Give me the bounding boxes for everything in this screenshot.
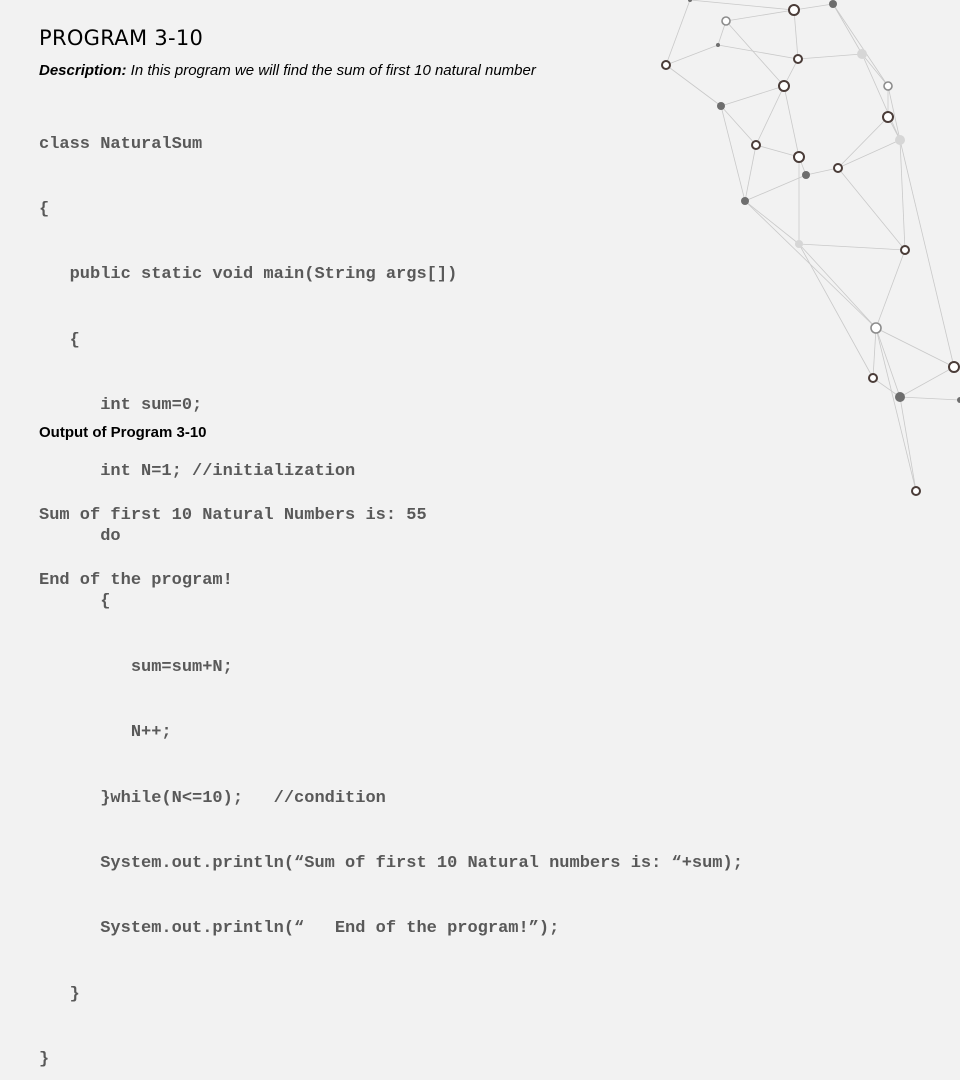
description-label: Description: bbox=[39, 62, 127, 79]
network-line bbox=[744, 144, 757, 202]
output-line: Sum of first 10 Natural Numbers is: 55 bbox=[39, 505, 427, 525]
network-line bbox=[665, 0, 691, 66]
slide-title: PROGRAM 3-10 bbox=[39, 26, 204, 50]
network-line bbox=[837, 116, 889, 169]
network-node bbox=[868, 373, 878, 383]
network-line bbox=[798, 243, 874, 379]
network-line bbox=[837, 139, 901, 169]
network-line bbox=[744, 200, 800, 245]
network-line bbox=[793, 9, 799, 60]
network-line bbox=[875, 249, 906, 329]
code-line: System.out.println(“ End of the program!… bbox=[39, 919, 560, 939]
network-line bbox=[783, 85, 800, 158]
network-line bbox=[725, 20, 785, 87]
network-line bbox=[797, 53, 863, 60]
network-line bbox=[798, 243, 877, 329]
code-line: public static void main(String args[]) bbox=[39, 265, 458, 285]
network-node bbox=[882, 111, 894, 123]
network-line bbox=[832, 3, 889, 87]
network-node bbox=[721, 16, 731, 26]
code-line: int sum=0; bbox=[39, 396, 203, 416]
network-line bbox=[837, 167, 906, 251]
network-node bbox=[857, 49, 867, 59]
code-line: }while(N<=10); //condition bbox=[39, 788, 386, 808]
network-line bbox=[899, 396, 960, 401]
network-line bbox=[798, 243, 906, 251]
code-line: System.out.println(“Sum of first 10 Natu… bbox=[39, 853, 743, 873]
network-line bbox=[872, 327, 877, 379]
network-node bbox=[778, 80, 790, 92]
network-node bbox=[948, 361, 960, 373]
network-node bbox=[751, 140, 761, 150]
code-line: { bbox=[39, 199, 50, 219]
network-line bbox=[755, 85, 785, 146]
network-node bbox=[895, 392, 905, 402]
program-output: Sum of first 10 Natural Numbers is: 55 E… bbox=[39, 461, 427, 614]
code-line: N++; bbox=[39, 723, 172, 743]
description: Description: In this program we will fin… bbox=[39, 62, 536, 79]
network-node bbox=[716, 43, 720, 47]
code-line: { bbox=[39, 330, 80, 350]
network-node bbox=[802, 171, 810, 179]
network-node bbox=[793, 151, 805, 163]
network-line bbox=[832, 3, 863, 55]
network-line bbox=[899, 366, 955, 398]
network-node bbox=[788, 4, 800, 16]
network-node bbox=[829, 0, 837, 8]
network-node bbox=[895, 135, 905, 145]
output-line: End of the program! bbox=[39, 570, 233, 590]
network-line bbox=[861, 53, 889, 87]
output-heading: Output of Program 3-10 bbox=[39, 424, 207, 441]
code-line: } bbox=[39, 984, 80, 1004]
code-line: } bbox=[39, 1050, 50, 1070]
network-line bbox=[689, 0, 795, 11]
code-line: sum=sum+N; bbox=[39, 657, 233, 677]
network-node bbox=[833, 163, 843, 173]
code-line: class NaturalSum bbox=[39, 134, 203, 154]
network-node bbox=[793, 54, 803, 64]
network-node bbox=[688, 0, 692, 2]
network-line bbox=[875, 327, 917, 492]
network-node bbox=[795, 240, 803, 248]
description-text: In this program we will find the sum of … bbox=[126, 62, 536, 79]
network-node bbox=[870, 322, 882, 334]
network-node bbox=[911, 486, 921, 496]
network-line bbox=[899, 396, 917, 492]
network-node bbox=[661, 60, 671, 70]
network-node bbox=[883, 81, 893, 91]
network-line bbox=[744, 174, 807, 202]
network-line bbox=[861, 53, 901, 141]
network-line bbox=[725, 9, 795, 22]
network-line bbox=[665, 44, 719, 66]
network-node bbox=[900, 245, 910, 255]
network-line bbox=[755, 144, 800, 158]
